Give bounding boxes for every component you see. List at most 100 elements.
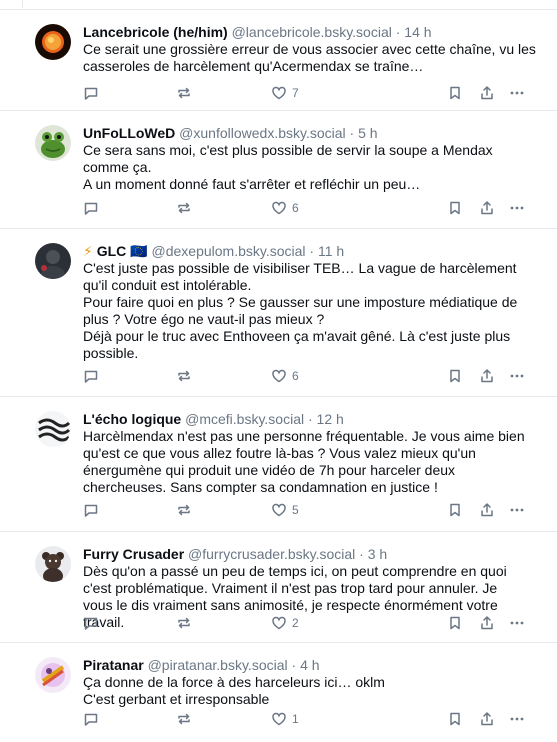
- more-options-button[interactable]: [509, 199, 525, 217]
- post-paragraph: Ça donne de la force à des harceleurs ic…: [83, 674, 385, 690]
- reply-button[interactable]: [83, 710, 99, 728]
- post-header: Furry Crusader @furrycrusader.bsky.socia…: [83, 545, 387, 563]
- share-button[interactable]: [479, 199, 495, 217]
- repost-button[interactable]: [176, 84, 192, 102]
- reply-button[interactable]: [83, 614, 99, 632]
- repost-button[interactable]: [176, 367, 192, 385]
- more-options-button[interactable]: [509, 367, 525, 385]
- like-button[interactable]: 6: [271, 367, 299, 385]
- author-name[interactable]: UnFoLLoWeD: [83, 125, 175, 141]
- post-actions: 1: [83, 710, 533, 728]
- author-name[interactable]: Piratanar: [83, 657, 144, 673]
- author-name[interactable]: Furry Crusader: [83, 546, 184, 562]
- post[interactable]: Lancebricole (he/him) @lancebricole.bsky…: [0, 9, 557, 110]
- post-time[interactable]: 4 h: [300, 657, 319, 673]
- heart-icon: [271, 85, 287, 101]
- post-time[interactable]: 3 h: [368, 546, 387, 562]
- bookmark-button[interactable]: [447, 367, 463, 385]
- thread-line: [22, 0, 31, 8]
- bookmark-icon: [447, 711, 463, 727]
- post[interactable]: ⚡ GLC 🇪🇺 @dexepulom.bsky.social · 11 h C…: [0, 228, 557, 396]
- share-button[interactable]: [479, 614, 495, 632]
- like-count: 2: [292, 616, 299, 630]
- post-time[interactable]: 11 h: [318, 243, 344, 259]
- post-actions: 7: [83, 84, 533, 102]
- reply-icon: [83, 711, 99, 727]
- separator-dot: ·: [309, 243, 315, 259]
- reply-icon: [83, 200, 99, 216]
- share-button[interactable]: [479, 710, 495, 728]
- post[interactable]: UnFoLLoWeD @xunfollowedx.bsky.social · 5…: [0, 110, 557, 228]
- post-time[interactable]: 5 h: [358, 125, 377, 141]
- bookmark-icon: [447, 502, 463, 518]
- repost-button[interactable]: [176, 501, 192, 519]
- author-handle[interactable]: @dexepulom.bsky.social: [152, 243, 306, 259]
- bookmark-button[interactable]: [447, 501, 463, 519]
- post-paragraph: Pour faire quoi en plus ? Se gausser sur…: [83, 294, 518, 327]
- separator-dot: ·: [359, 546, 364, 562]
- bookmark-icon: [447, 85, 463, 101]
- frog-avatar[interactable]: [35, 125, 71, 161]
- post-time[interactable]: 12 h: [317, 411, 344, 427]
- ellipsis-icon: [509, 200, 525, 216]
- author-name[interactable]: L'écho logique: [83, 411, 181, 427]
- ellipsis-icon: [509, 711, 525, 727]
- post-text: Ce serait une grossière erreur de vous a…: [83, 41, 543, 75]
- author-handle[interactable]: @mcefi.bsky.social: [185, 411, 304, 427]
- repost-button[interactable]: [176, 614, 192, 632]
- heart-icon: [271, 711, 287, 727]
- post-time[interactable]: 14 h: [404, 24, 431, 40]
- repost-button[interactable]: [176, 710, 192, 728]
- author-handle[interactable]: @piratanar.bsky.social: [148, 657, 288, 673]
- author-name[interactable]: Lancebricole (he/him): [83, 24, 228, 40]
- post[interactable]: Piratanar @piratanar.bsky.social · 4 h Ç…: [0, 642, 557, 742]
- post-header: ⚡ GLC 🇪🇺 @dexepulom.bsky.social · 11 h: [83, 242, 344, 260]
- author-handle[interactable]: @furrycrusader.bsky.social: [188, 546, 355, 562]
- like-button[interactable]: 2: [271, 614, 299, 632]
- repost-icon: [176, 711, 192, 727]
- reply-button[interactable]: [83, 84, 99, 102]
- more-options-button[interactable]: [509, 501, 525, 519]
- reply-button[interactable]: [83, 367, 99, 385]
- more-options-button[interactable]: [509, 710, 525, 728]
- bookmark-button[interactable]: [447, 614, 463, 632]
- share-button[interactable]: [479, 501, 495, 519]
- bookmark-button[interactable]: [447, 84, 463, 102]
- sun-avatar[interactable]: [35, 24, 71, 60]
- bear-avatar[interactable]: [35, 546, 71, 582]
- pirate-avatar[interactable]: [35, 657, 71, 693]
- like-button[interactable]: 7: [271, 84, 299, 102]
- post-text: C'est juste pas possible de visibiliser …: [83, 260, 523, 362]
- reply-button[interactable]: [83, 199, 99, 217]
- post-actions: 6: [83, 367, 533, 385]
- bookmark-button[interactable]: [447, 710, 463, 728]
- more-options-button[interactable]: [509, 84, 525, 102]
- post[interactable]: Furry Crusader @furrycrusader.bsky.socia…: [0, 531, 557, 642]
- post[interactable]: L'écho logique @mcefi.bsky.social · 12 h…: [0, 396, 557, 531]
- post-paragraph: C'est juste pas possible de visibiliser …: [83, 260, 517, 293]
- post-actions: 5: [83, 501, 533, 519]
- wave-avatar[interactable]: [35, 411, 71, 447]
- post-text: Harcèlmendax n'est pas une personne fréq…: [83, 428, 528, 496]
- like-count: 7: [292, 86, 299, 100]
- post-header: Lancebricole (he/him) @lancebricole.bsky…: [83, 23, 432, 41]
- like-count: 6: [292, 369, 299, 383]
- reply-button[interactable]: [83, 501, 99, 519]
- like-button[interactable]: 1: [271, 710, 299, 728]
- repost-button[interactable]: [176, 199, 192, 217]
- author-handle[interactable]: @xunfollowedx.bsky.social: [179, 125, 345, 141]
- bookmark-icon: [447, 615, 463, 631]
- like-button[interactable]: 6: [271, 199, 299, 217]
- share-button[interactable]: [479, 84, 495, 102]
- post-paragraph: Déjà pour le truc avec Enthoveen ça m'av…: [83, 328, 511, 361]
- repost-icon: [176, 502, 192, 518]
- dark-avatar[interactable]: [35, 243, 71, 279]
- like-button[interactable]: 5: [271, 501, 299, 519]
- like-count: 1: [292, 712, 299, 726]
- post-text: Ça donne de la force à des harceleurs ic…: [83, 674, 543, 708]
- bookmark-button[interactable]: [447, 199, 463, 217]
- author-name[interactable]: GLC 🇪🇺: [97, 243, 148, 259]
- author-handle[interactable]: @lancebricole.bsky.social: [232, 24, 392, 40]
- share-button[interactable]: [479, 367, 495, 385]
- more-options-button[interactable]: [509, 614, 525, 632]
